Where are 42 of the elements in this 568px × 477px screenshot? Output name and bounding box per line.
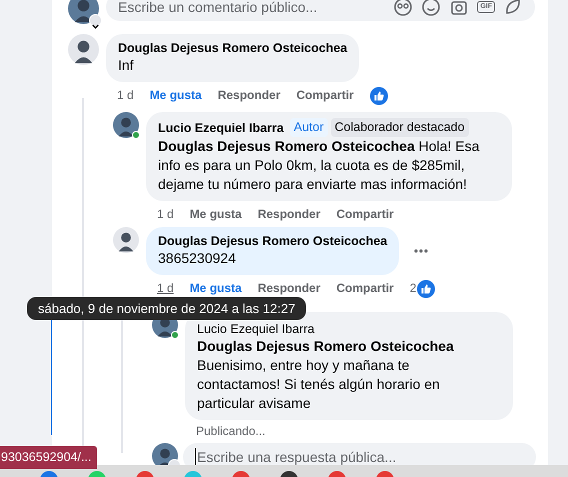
author-name[interactable]: Douglas Dejesus Romero Osteicochea	[118, 40, 348, 56]
reply-link[interactable]: Responder	[258, 279, 320, 297]
author-name[interactable]: Lucio Ezequiel Ibarra	[197, 321, 314, 337]
mention-link[interactable]: Douglas Dejesus Romero Osteicochea	[197, 338, 454, 354]
like-link[interactable]: Me gusta	[150, 86, 202, 104]
avatar-icon[interactable]	[113, 112, 139, 138]
timestamp-link[interactable]: 1 d	[117, 86, 134, 104]
sticker-icon[interactable]	[393, 0, 414, 17]
author-badge: Autor	[290, 118, 328, 137]
share-link[interactable]: Compartir	[336, 279, 394, 297]
more-icon[interactable]	[413, 248, 430, 254]
status-url: 93036592904/...	[0, 446, 98, 469]
sticker-icon[interactable]	[503, 0, 523, 17]
like-reaction-icon[interactable]	[417, 279, 436, 297]
avatar-icon[interactable]	[68, 0, 99, 24]
author-name[interactable]: Lucio Ezequiel Ibarra	[158, 120, 284, 136]
avatar-icon[interactable]	[152, 443, 178, 465]
like-link[interactable]: Me gusta	[190, 205, 242, 223]
tooltip: sábado, 9 de noviembre de 2024 a las 12:27	[27, 297, 306, 320]
camera-icon[interactable]	[449, 0, 470, 17]
reply-link[interactable]: Responder	[218, 86, 280, 104]
emoji-icon[interactable]	[421, 0, 442, 17]
comment-text: Douglas Dejesus Romero Osteicochea Buenisimo, entre hoy y mañana te contactamos! Si tenés algún horario en particular avisame	[197, 337, 455, 413]
like-link[interactable]: Me gusta	[190, 279, 242, 297]
timestamp-link[interactable]: 1 d	[157, 279, 174, 297]
like-reaction-icon[interactable]	[370, 86, 388, 104]
timestamp-link[interactable]: 1 d	[157, 205, 174, 223]
avatar-icon[interactable]	[68, 34, 99, 65]
reply-link[interactable]: Responder	[258, 205, 320, 223]
comment-text: Douglas Dejesus Romero Osteicochea Hola! Esa info es para un Polo 0km, la cuota es de $285mil, dejame tu número para enviarte mas información!	[158, 137, 480, 194]
posting-status: Publicando...	[195, 423, 266, 439]
reaction-count[interactable]: 2	[410, 279, 416, 297]
share-link[interactable]: Compartir	[296, 86, 354, 104]
reply-field[interactable]: Escribe una respuesta pública...	[183, 443, 536, 465]
author-name[interactable]: Douglas Dejesus Romero Osteicochea	[158, 233, 388, 249]
comment-text: Inf	[118, 56, 135, 75]
avatar-icon[interactable]	[113, 227, 139, 253]
top-fan-badge: Colaborador destacado	[330, 118, 469, 137]
comment-text: 3865230924	[158, 249, 237, 268]
share-link[interactable]: Compartir	[336, 205, 394, 223]
chevron-icon[interactable]	[89, 14, 102, 27]
mention-link[interactable]: Douglas Dejesus Romero Osteicochea	[158, 138, 415, 154]
